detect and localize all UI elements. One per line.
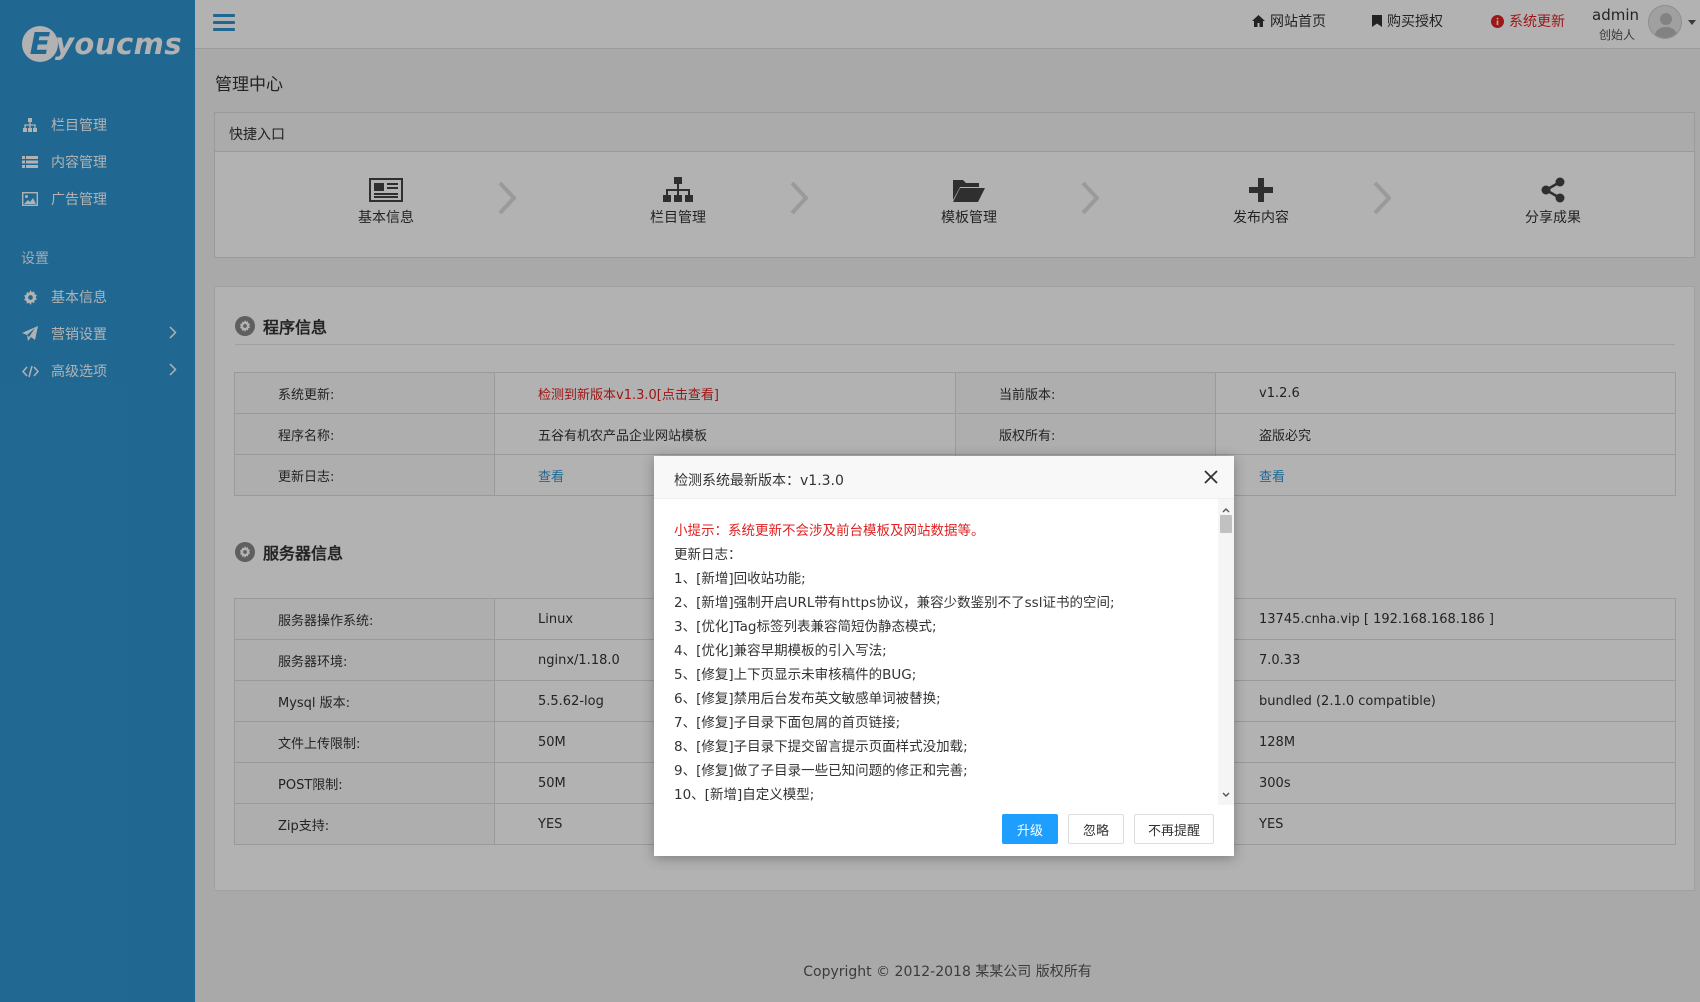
changelog-title: 更新日志： [674, 547, 742, 563]
changelog-text: 小提示：系统更新不会涉及前台模板及网站数据等。 更新日志： 1、[新增]回收站功… [674, 519, 1194, 805]
dialog-title: 检测系统最新版本：v1.3.0 [654, 456, 1234, 499]
changelog-line: 7、[修复]子目录下面包屑的首页链接; [674, 715, 901, 731]
changelog-line: 9、[修复]做了子目录一些已知问题的修正和完善; [674, 763, 968, 779]
changelog-line: 2、[新增]强制开启URL带有https协议，兼容少数鉴别不了ssl证书的空间; [674, 595, 1115, 611]
changelog-line: 1、[新增]回收站功能; [674, 571, 806, 587]
update-dialog: 检测系统最新版本：v1.3.0 小提示：系统更新不会涉及前台模板及网站数据等。 … [654, 456, 1234, 856]
scrollbar-thumb[interactable] [1220, 515, 1232, 533]
upgrade-button[interactable]: 升级 [1002, 814, 1058, 844]
scroll-down-icon[interactable] [1222, 787, 1230, 802]
update-tip: 小提示：系统更新不会涉及前台模板及网站数据等。 [674, 523, 985, 539]
close-icon[interactable] [1202, 468, 1220, 486]
changelog-line: 8、[修复]子目录下提交留言提示页面样式没加载; [674, 739, 968, 755]
dialog-body: 小提示：系统更新不会涉及前台模板及网站数据等。 更新日志： 1、[新增]回收站功… [654, 499, 1234, 805]
changelog-line: 5、[修复]上下页显示未审核稿件的BUG; [674, 667, 917, 683]
changelog-line: 3、[优化]Tag标签列表兼容简短伪静态模式; [674, 619, 937, 635]
ignore-button[interactable]: 忽略 [1068, 814, 1124, 844]
never-remind-button[interactable]: 不再提醒 [1134, 814, 1214, 844]
dialog-scrollbar[interactable] [1218, 499, 1234, 805]
changelog-line: 10、[新增]自定义模型; [674, 787, 815, 803]
changelog-line: 4、[优化]兼容早期模板的引入写法; [674, 643, 887, 659]
changelog-line: 6、[修复]禁用后台发布英文敏感单词被替换; [674, 691, 941, 707]
